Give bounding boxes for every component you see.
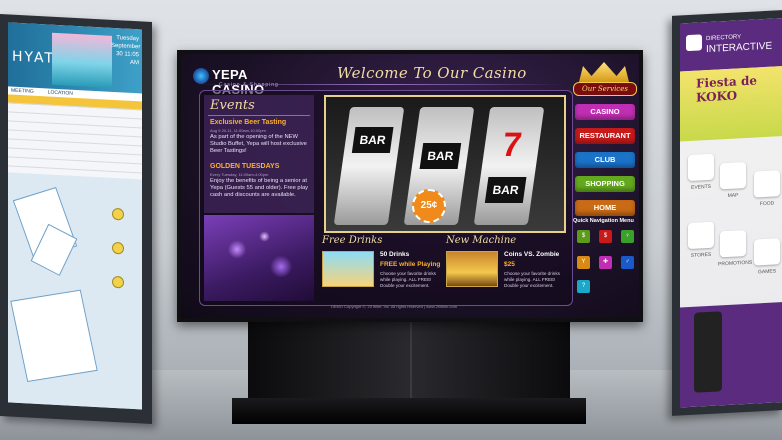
machine-description: Choose your favorite drinks while playin… <box>504 271 560 288</box>
events-title: Events <box>210 98 255 113</box>
map-marker-icon[interactable] <box>112 275 124 289</box>
center-kiosk-frame: YEPA CASINO Casino & Shopping Welcome To… <box>177 50 643 322</box>
money-icon[interactable]: $ <box>599 230 612 243</box>
drinks-subheading: FREE while Playing <box>380 261 441 268</box>
bar-symbol: BAR <box>484 177 527 203</box>
events-tile-icon[interactable] <box>688 153 714 182</box>
event-description: Enjoy the benefits of being a senior at … <box>210 178 309 198</box>
casino-logo[interactable]: YEPA CASINO Casino & Shopping <box>193 66 293 97</box>
floor-map[interactable] <box>8 172 142 410</box>
machine-image[interactable] <box>446 251 498 287</box>
tile-label-promotions: PROMOTIONS <box>718 259 753 268</box>
our-services-badge: Our Services <box>573 62 637 100</box>
right-kiosk-screen: DIRECTORY INTERACTIVE Fiesta de KOKO EVE… <box>680 18 782 408</box>
nav-shopping-button[interactable]: SHOPPING <box>575 176 635 192</box>
machine-price: $25 <box>504 261 515 268</box>
promo-banner[interactable]: Fiesta de KOKO <box>680 66 782 142</box>
nav-casino-button[interactable]: CASINO <box>575 104 635 120</box>
events-divider <box>208 115 310 116</box>
atm-icon[interactable]: $ <box>577 230 590 243</box>
nav-club-button[interactable]: CLUB <box>575 152 635 168</box>
main-panel: Events Exclusive Beer Tasting Aug 9 20-1… <box>199 90 573 306</box>
map-marker-icon[interactable] <box>112 207 124 221</box>
left-kiosk-screen: HYATT Tuesday September 30 11:05 AM MEET… <box>8 22 142 410</box>
games-tile-icon[interactable] <box>754 238 780 266</box>
welcome-title: Welcome To Our Casino <box>337 64 527 82</box>
phone-image <box>694 311 722 393</box>
bar-symbol: BAR <box>419 143 462 169</box>
slot-machine-image[interactable]: BAR BAR 7 BAR 25¢ <box>324 95 566 233</box>
date-display: Tuesday September 30 11:05 AM <box>111 35 141 67</box>
map-building <box>10 289 98 383</box>
casino-logo-icon <box>193 68 209 84</box>
location-col-label: LOCATION <box>47 89 73 97</box>
event-date: Aug 9 20-11, 11:00am-10:00pm <box>210 128 266 133</box>
tile-label-games: GAMES <box>757 268 777 276</box>
event-description: As part of the opening of the NEW Studio… <box>210 134 307 154</box>
crown-icon <box>579 62 629 82</box>
header-divider <box>195 84 565 85</box>
promo-title: Fiesta de KOKO <box>696 73 757 105</box>
map-marker-icon[interactable] <box>112 241 124 255</box>
tile-label-map: MAP <box>727 192 739 199</box>
event-date: Every Tuesday, 11:00am-4:00pm <box>210 172 269 177</box>
seven-symbol: 7 <box>499 126 525 164</box>
slot-reel: 7 BAR <box>473 107 545 225</box>
services-label: Our Services <box>573 82 637 96</box>
brand-large: INTERACTIVE <box>706 40 773 56</box>
directory-logo-icon <box>686 34 702 52</box>
pharmacy-icon[interactable]: ✚ <box>599 256 612 269</box>
bar-symbol: BAR <box>351 127 394 153</box>
info-icon[interactable]: ? <box>577 280 590 293</box>
drinks-description: Choose your favorite drinks while playin… <box>380 271 436 288</box>
kiosk-stand <box>248 322 570 402</box>
event-title[interactable]: GOLDEN TUESDAYS <box>210 163 279 170</box>
nav-restaurant-button[interactable]: RESTAURANT <box>575 128 635 144</box>
logo-subtitle: Casino & Shopping <box>219 82 279 88</box>
stores-tile-icon[interactable] <box>688 221 714 250</box>
brand-small: DIRECTORY <box>706 34 742 43</box>
free-drinks-title: Free Drinks <box>322 235 383 246</box>
left-kiosk-header: HYATT Tuesday September 30 11:05 AM <box>8 22 142 94</box>
map-tile-icon[interactable] <box>720 161 746 190</box>
promotions-tile-icon[interactable] <box>720 229 746 258</box>
food-tile-icon[interactable] <box>754 170 780 198</box>
resort-photo <box>52 32 112 88</box>
directory-footer <box>680 302 782 408</box>
nav-home-button[interactable]: HOME <box>575 200 635 216</box>
kiosk-base <box>232 398 586 424</box>
quick-nav-title: Quick Navigation Menu <box>573 218 634 224</box>
event-title[interactable]: Exclusive Beer Tasting <box>210 119 286 126</box>
casino-screen: YEPA CASINO Casino & Shopping Welcome To… <box>181 54 639 318</box>
tile-label-food: FOOD <box>759 200 775 208</box>
drinks-image[interactable] <box>322 251 374 287</box>
drinks-heading: 50 Drinks <box>380 251 410 258</box>
left-kiosk: HYATT Tuesday September 30 11:05 AM MEET… <box>0 14 152 424</box>
events-panel: Events Exclusive Beer Tasting Aug 9 20-1… <box>204 95 314 213</box>
right-kiosk: DIRECTORY INTERACTIVE Fiesta de KOKO EVE… <box>672 10 782 416</box>
new-machine-title: New Machine <box>446 235 517 246</box>
meeting-col-label: MEETING <box>11 87 34 95</box>
tile-label-events: EVENTS <box>690 183 711 191</box>
chip-icon: 25¢ <box>412 189 446 223</box>
restroom-icon[interactable]: ♀ <box>621 230 634 243</box>
sparkle-image <box>204 215 314 301</box>
copyright-footer: DEMO Copyright ©, 20 Itiller, Inc. All r… <box>331 304 458 309</box>
directory-header: DIRECTORY INTERACTIVE <box>680 18 782 72</box>
restroom-pair-icon[interactable]: ♂ <box>621 256 634 269</box>
tile-label-stores: STORES <box>690 251 712 259</box>
slot-reel: BAR <box>333 107 405 225</box>
food-icon[interactable]: Y <box>577 256 590 269</box>
kiosk-stand-seam <box>410 322 412 402</box>
machine-heading: Coins VS. Zombie <box>504 251 560 258</box>
